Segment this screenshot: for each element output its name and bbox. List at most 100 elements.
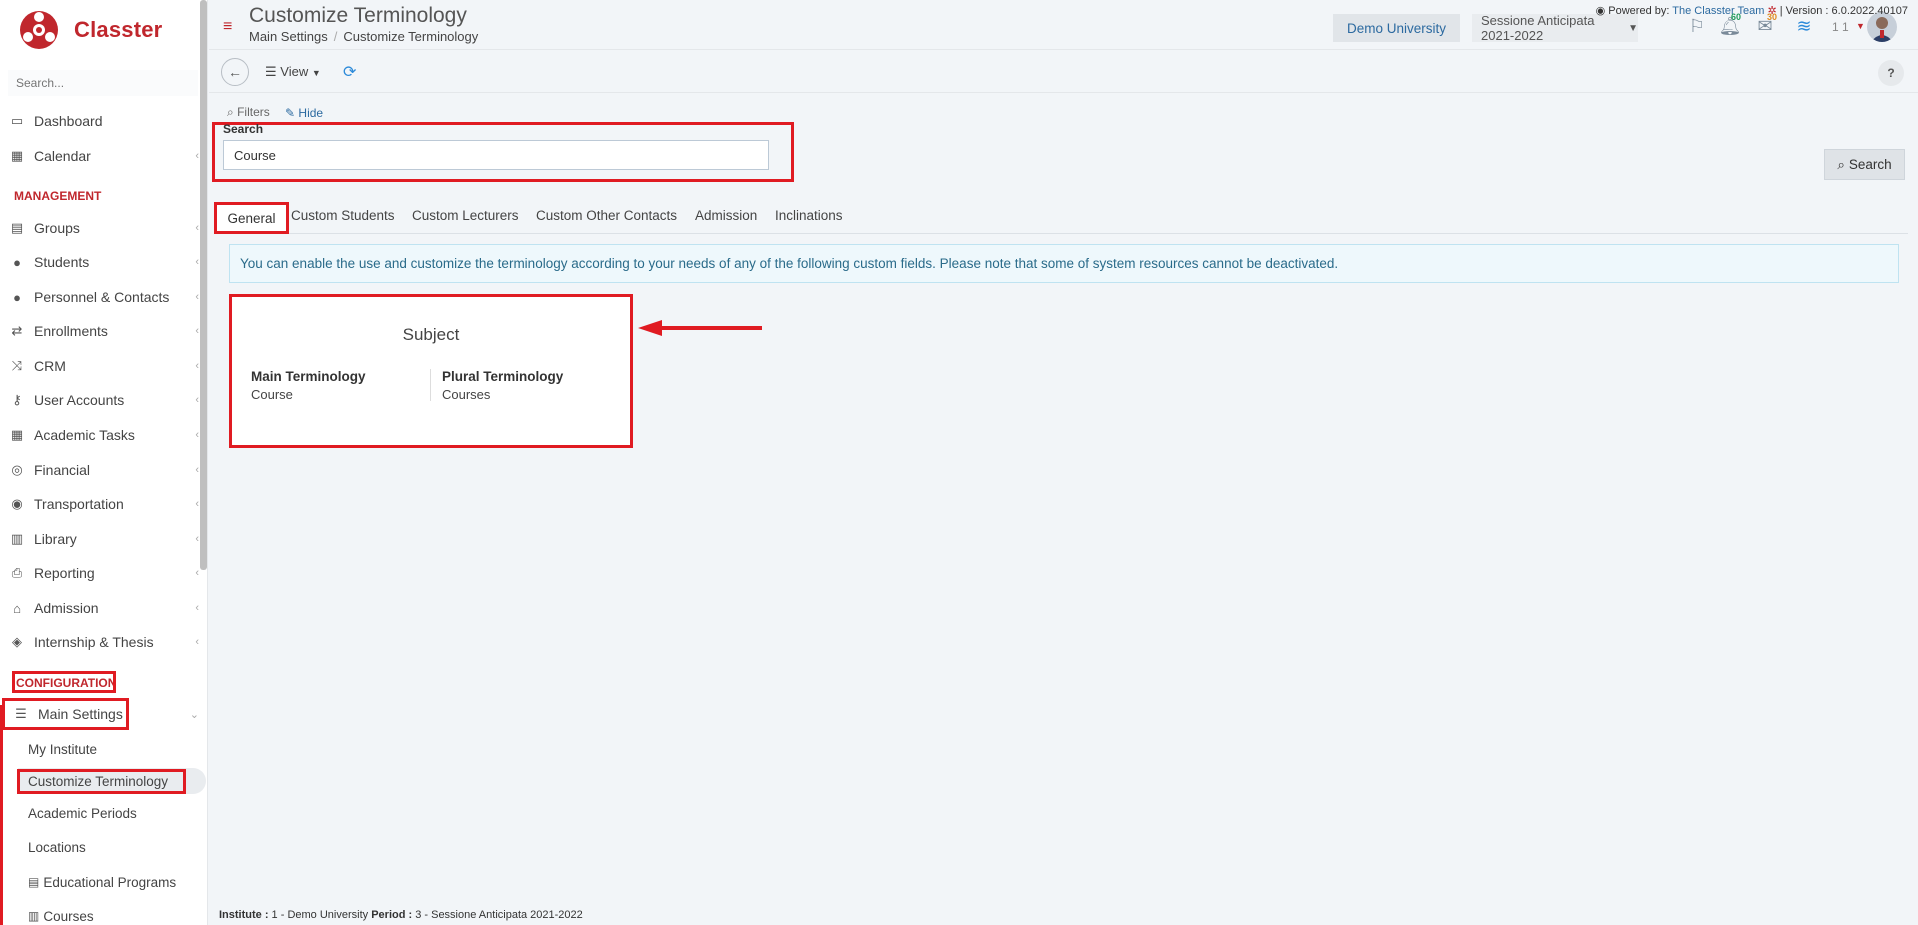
chevron-left-icon: ‹ (195, 567, 199, 579)
sidebar-item-enrollments[interactable]: ⇄ Enrollments ‹ (0, 316, 205, 346)
layers-icon[interactable]: ≋ (1792, 14, 1816, 38)
arrow-left-icon: ← (228, 64, 242, 80)
tab-custom-lecturers[interactable]: Custom Lecturers (412, 208, 519, 223)
chevron-left-icon: ‹ (195, 498, 199, 510)
sidebar-sub-my-institute[interactable]: My Institute (28, 736, 97, 762)
chevron-left-icon: ‹ (195, 602, 199, 614)
sidebar-item-label: Main Settings (38, 706, 123, 722)
caret-down-icon[interactable]: ▼ (1856, 21, 1865, 31)
sidebar-sub-academic-periods[interactable]: Academic Periods (28, 800, 137, 826)
university-button[interactable]: Demo University (1333, 14, 1461, 42)
help-button[interactable]: ? (1878, 60, 1904, 86)
terminology-card[interactable]: Subject Main Terminology Course Plural T… (229, 294, 633, 448)
hide-filters-link[interactable]: ✎ Hide (285, 106, 323, 120)
sliders-icon: ☰ (15, 706, 27, 721)
tab-custom-other-contacts[interactable]: Custom Other Contacts (536, 208, 677, 223)
sidebar-item-financial[interactable]: ◎ Financial ‹ (0, 455, 205, 485)
institute-value: 1 - Demo University (268, 909, 372, 921)
sidebar-item-internship[interactable]: ◈ Internship & Thesis ‹ (0, 627, 205, 657)
shuffle-icon: ⤨ (11, 358, 23, 373)
back-button[interactable]: ← (221, 58, 249, 86)
powered-label: Powered by: (1608, 5, 1673, 17)
info-alert: You can enable the use and customize the… (229, 244, 1899, 283)
exchange-icon: ⇄ (11, 323, 23, 338)
search-button[interactable]: ⌕ Search (1824, 149, 1905, 180)
bank-icon: ⌂ (13, 600, 21, 616)
bus-icon: ◉ (11, 496, 23, 511)
chevron-left-icon: ‹ (195, 464, 199, 476)
sidebar-scrollbar[interactable] (200, 0, 207, 570)
sidebar-sub-customize-terminology[interactable]: Customize Terminology (18, 768, 206, 794)
view-dropdown[interactable]: ☰ View ▼ (265, 64, 321, 80)
classter-team-link[interactable]: The Classter Team (1672, 5, 1764, 17)
tab-inclinations[interactable]: Inclinations (775, 208, 843, 223)
sidebar-search-input[interactable] (8, 70, 198, 96)
sidebar-item-crm[interactable]: ⤨ CRM ‹ (0, 351, 205, 381)
tab-general[interactable]: General (214, 202, 289, 234)
search-input[interactable] (223, 140, 769, 170)
sidebar-sub-courses[interactable]: ▥ Courses (28, 903, 94, 925)
sidebar-item-academic-tasks[interactable]: ▦ Academic Tasks ‹ (0, 420, 205, 450)
caret-down-icon: ▼ (1628, 22, 1638, 34)
breadcrumb-item[interactable]: Main Settings (249, 29, 328, 44)
sidebar-item-label: Personnel & Contacts (34, 289, 170, 305)
search-icon: ⌕ (227, 105, 234, 119)
section-configuration: CONFIGURATION (16, 676, 117, 690)
tab-custom-students[interactable]: Custom Students (291, 208, 395, 223)
sidebar-item-label: Calendar (34, 148, 91, 164)
institute-label: Institute : (219, 909, 269, 921)
session-select[interactable]: Sessione Anticipata 2021-2022 ▼ (1472, 13, 1638, 43)
main-terminology-label: Main Terminology (251, 369, 366, 384)
sidebar-sub-educational-programs[interactable]: ▤ Educational Programs (28, 869, 176, 895)
students-icon: ● (13, 254, 21, 270)
session-select-value: Sessione Anticipata 2021-2022 (1481, 13, 1595, 43)
hide-label: Hide (298, 106, 324, 120)
filters-label: Filters (237, 105, 270, 119)
box-icon: ◈ (12, 634, 22, 649)
personnel-icon: ● (13, 289, 21, 305)
main-terminology-value: Course (251, 387, 293, 402)
view-label: View (280, 64, 309, 79)
printer-icon: ⎙ (11, 565, 23, 580)
menu-toggle-icon[interactable]: ≡ (223, 18, 232, 36)
caret-down-icon: ▼ (311, 68, 321, 78)
chevron-left-icon: ‹ (195, 150, 199, 162)
calendar-icon: ▦ (10, 148, 24, 163)
user-number: 1 1 (1832, 20, 1849, 34)
sidebar-item-main-settings[interactable]: ☰ Main Settings ⌄ (0, 699, 205, 729)
plural-terminology-value: Courses (442, 387, 491, 402)
sidebar-item-label: Transportation (34, 496, 124, 512)
app-logo[interactable]: Classter (18, 8, 162, 52)
flag-icon[interactable]: ⚐ (1685, 14, 1709, 38)
sidebar-item-label: Reporting (34, 565, 95, 581)
sidebar-item-label: Students (34, 254, 90, 270)
sidebar-item-reporting[interactable]: ⎙ Reporting ‹ (0, 558, 205, 588)
sidebar-item-dashboard[interactable]: ▭ Dashboard (0, 106, 205, 136)
sidebar-item-label: Library (34, 531, 77, 547)
sidebar-item-students[interactable]: ● Students ‹ (0, 247, 205, 277)
annotation-line-left (0, 705, 3, 925)
sidebar-item-user-accounts[interactable]: ⚷ User Accounts ‹ (0, 385, 205, 415)
plural-terminology-label: Plural Terminology (442, 369, 564, 384)
tab-admission[interactable]: Admission (695, 208, 757, 223)
sidebar-item-groups[interactable]: ▤ Groups ‹ (0, 213, 205, 243)
sidebar-item-transportation[interactable]: ◉ Transportation ‹ (0, 489, 205, 519)
sidebar-sub-locations[interactable]: Locations (28, 834, 86, 860)
tab-bar: Custom Students Custom Lecturers Custom … (214, 202, 1908, 234)
sidebar-item-label: CRM (34, 358, 66, 374)
sidebar-item-personnel[interactable]: ● Personnel & Contacts ‹ (0, 282, 205, 312)
breadcrumb-item-current: Customize Terminology (343, 29, 479, 44)
chevron-left-icon: ‹ (195, 325, 199, 337)
sidebar-item-label: Financial (34, 462, 91, 478)
sidebar-item-label: Enrollments (34, 323, 108, 339)
sidebar-item-admission[interactable]: ⌂ Admission ‹ (0, 593, 205, 623)
search-button-label: Search (1848, 157, 1892, 172)
library-icon: ▥ (10, 531, 24, 546)
sidebar-item-library[interactable]: ▥ Library ‹ (0, 524, 205, 554)
refresh-icon[interactable]: ⟳ (343, 62, 356, 82)
filters-toggle[interactable]: ⌕ Filters (227, 105, 270, 120)
sidebar-item-calendar[interactable]: ▦ Calendar ‹ (0, 141, 205, 171)
chevron-left-icon: ‹ (195, 222, 199, 234)
search-icon: ⌕ (1837, 156, 1845, 172)
app-name: Classter (74, 17, 163, 42)
